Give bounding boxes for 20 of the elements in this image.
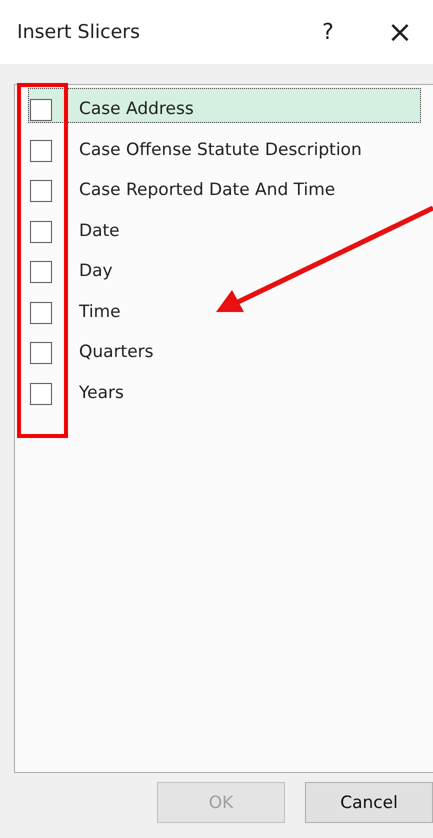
- window-title: Insert Slicers: [17, 21, 141, 43]
- close-button[interactable]: ×: [385, 14, 415, 50]
- field-label[interactable]: Date: [79, 218, 120, 244]
- field-label[interactable]: Day: [79, 258, 113, 284]
- field-label[interactable]: Case Address: [79, 96, 194, 122]
- checkbox[interactable]: [30, 382, 52, 404]
- checkbox[interactable]: [30, 342, 52, 364]
- checkbox[interactable]: [30, 220, 52, 242]
- checkbox[interactable]: [30, 99, 52, 121]
- field-label[interactable]: Time: [79, 298, 121, 324]
- help-button[interactable]: ?: [313, 20, 343, 44]
- cancel-button[interactable]: Cancel: [305, 782, 433, 823]
- field-label[interactable]: Years: [79, 380, 124, 406]
- field-label[interactable]: Quarters: [79, 339, 154, 365]
- checkbox[interactable]: [30, 302, 52, 324]
- checkbox[interactable]: [30, 261, 52, 283]
- field-label[interactable]: Case Reported Date And Time: [79, 177, 336, 203]
- field-label[interactable]: Case Offense Statute Description: [79, 136, 362, 162]
- checkbox[interactable]: [30, 140, 52, 162]
- checkbox[interactable]: [30, 180, 52, 202]
